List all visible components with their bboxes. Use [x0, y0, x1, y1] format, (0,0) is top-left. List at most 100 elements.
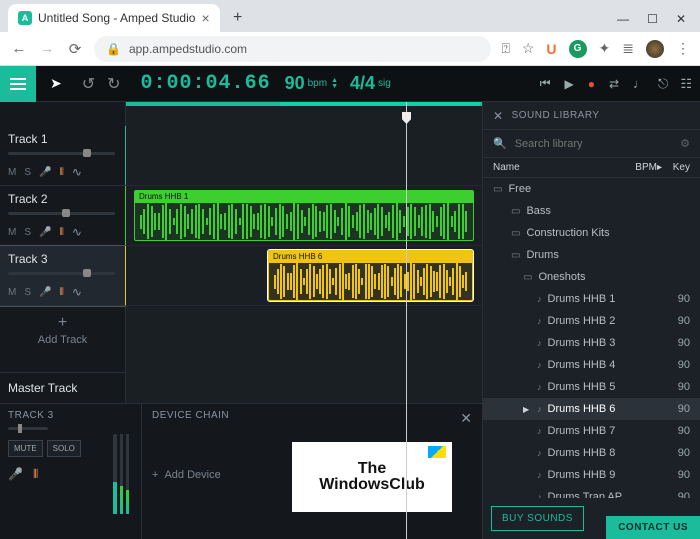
folder-drums[interactable]: ▭ Drums — [483, 244, 700, 266]
mixer-icon[interactable]: ☷ — [680, 76, 692, 92]
piano-icon[interactable]: ⦀ — [59, 227, 63, 238]
buy-sounds-button[interactable]: BUY SOUNDS — [491, 506, 584, 531]
mic-icon[interactable]: 🎤 — [39, 227, 51, 238]
automation-icon[interactable]: ∿ — [72, 165, 82, 179]
settings-icon[interactable]: ⎋ — [658, 76, 668, 92]
playhead-marker[interactable] — [402, 112, 411, 124]
folder-bass[interactable]: ▭ Bass — [483, 200, 700, 222]
channel-faders[interactable] — [113, 434, 133, 514]
library-tree[interactable]: ▭ Free ▭ Bass ▭ Construction Kits ▭ Drum… — [483, 178, 700, 498]
mic-icon[interactable]: 🎤 — [8, 467, 23, 482]
filter-icon[interactable]: ⚙ — [680, 137, 690, 150]
reading-list-icon[interactable]: ≣ — [622, 40, 634, 57]
pan-slider[interactable] — [8, 427, 48, 430]
pointer-tool-icon[interactable]: ➤ — [50, 75, 62, 92]
address-bar: ← → ⟳ 🔒 app.ampedstudio.com ⍰ ☆ U G ✦ ≣ … — [0, 32, 700, 66]
sound-item[interactable]: ▶♪Drums HHB 690 — [483, 398, 700, 420]
col-bpm[interactable]: BPM▸ — [630, 162, 662, 173]
tempo-value[interactable]: 90 — [285, 73, 305, 94]
piano-icon[interactable]: ⦀ — [33, 467, 38, 482]
mute-button[interactable]: M — [8, 167, 16, 178]
volume-slider[interactable] — [8, 152, 115, 155]
track-header-1[interactable]: Track 1 M S 🎤 ⦀ ∿ — [0, 126, 125, 186]
mute-button[interactable]: MUTE — [8, 440, 43, 457]
tempo-stepper[interactable]: ▲▼ — [331, 78, 338, 90]
track-header-3[interactable]: Track 3 M S 🎤 ⦀ ∿ — [0, 246, 125, 306]
volume-slider[interactable] — [8, 212, 115, 215]
volume-slider[interactable] — [8, 272, 115, 275]
mute-button[interactable]: M — [8, 287, 16, 298]
audio-clip-1[interactable]: Drums HHB 1 — [134, 190, 474, 241]
add-track-button[interactable]: + Add Track — [0, 306, 125, 354]
solo-button[interactable]: S — [24, 167, 31, 178]
play-icon[interactable]: ▶ — [523, 405, 531, 414]
sound-bpm: 90 — [658, 381, 690, 393]
share-icon[interactable]: ⍰ — [501, 40, 509, 57]
undo-button[interactable]: ↺ — [82, 74, 95, 94]
mute-button[interactable]: M — [8, 227, 16, 238]
extension-u-icon[interactable]: U — [546, 41, 556, 57]
automation-icon[interactable]: ∿ — [72, 225, 82, 239]
solo-button[interactable]: S — [24, 287, 31, 298]
maximize-icon[interactable]: ☐ — [647, 12, 658, 26]
sound-item[interactable]: ♪Drums HHB 990 — [483, 464, 700, 486]
forward-button[interactable]: → — [38, 40, 56, 57]
tab-favicon: A — [18, 11, 32, 25]
back-button[interactable]: ← — [10, 40, 28, 57]
sound-item[interactable]: ♪Drums HHB 790 — [483, 420, 700, 442]
lane-1[interactable] — [126, 126, 482, 186]
browser-tab[interactable]: A Untitled Song - Amped Studio × — [8, 4, 220, 32]
extensions-icon[interactable]: ✦ — [599, 40, 611, 57]
main-menu-button[interactable] — [0, 66, 36, 102]
solo-button[interactable]: S — [24, 227, 31, 238]
timecode-display[interactable]: 0:00:04.66 — [141, 72, 271, 95]
reload-button[interactable]: ⟳ — [66, 40, 84, 58]
url-field[interactable]: 🔒 app.ampedstudio.com — [94, 36, 491, 62]
record-button[interactable]: ● — [588, 77, 595, 91]
col-name[interactable]: Name — [493, 162, 630, 173]
sound-item[interactable]: ♪Drums HHB 890 — [483, 442, 700, 464]
tab-close-icon[interactable]: × — [201, 10, 209, 26]
timesig-value[interactable]: 4/4 — [350, 73, 375, 94]
solo-button[interactable]: SOLO — [47, 440, 81, 457]
automation-icon[interactable]: ∿ — [72, 285, 82, 299]
folder-construction-kits[interactable]: ▭ Construction Kits — [483, 222, 700, 244]
play-button[interactable]: ▶ — [565, 77, 574, 91]
extension-g-icon[interactable]: G — [569, 40, 587, 58]
close-panel-icon[interactable]: ✕ — [460, 410, 472, 427]
sound-item[interactable]: ♪Drums HHB 190 — [483, 288, 700, 310]
profile-avatar[interactable] — [646, 40, 664, 58]
col-key[interactable]: Key — [662, 162, 690, 173]
lane-2[interactable]: Drums HHB 1 — [126, 186, 482, 246]
search-input[interactable] — [515, 138, 672, 150]
sound-item[interactable]: ♪Drums HHB 290 — [483, 310, 700, 332]
menu-icon[interactable]: ⋮ — [676, 40, 690, 57]
minimize-icon[interactable]: — — [617, 12, 629, 26]
library-header: ✕ SOUND LIBRARY — [483, 102, 700, 130]
sound-item[interactable]: ♪Drums HHB 390 — [483, 332, 700, 354]
mic-icon[interactable]: 🎤 — [39, 167, 51, 178]
new-tab-button[interactable]: + — [226, 6, 250, 30]
loop-region[interactable] — [280, 102, 480, 106]
rewind-button[interactable]: ⏮ — [540, 76, 551, 91]
close-library-icon[interactable]: ✕ — [493, 109, 504, 123]
contact-us-button[interactable]: CONTACT US — [606, 516, 700, 539]
piano-icon[interactable]: ⦀ — [59, 167, 63, 178]
metronome-icon[interactable]: ♩ — [633, 76, 646, 92]
sound-item[interactable]: ♪Drums HHB 590 — [483, 376, 700, 398]
piano-icon[interactable]: ⦀ — [59, 287, 63, 298]
star-icon[interactable]: ☆ — [522, 40, 535, 57]
folder-free[interactable]: ▭ Free — [483, 178, 700, 200]
master-track-header[interactable]: Master Track — [0, 372, 125, 402]
redo-button[interactable]: ↻ — [107, 74, 120, 94]
close-window-icon[interactable]: ✕ — [676, 12, 686, 26]
mic-icon[interactable]: 🎤 — [39, 287, 51, 298]
folder-oneshots[interactable]: ▭ Oneshots — [483, 266, 700, 288]
track-header-2[interactable]: Track 2 M S 🎤 ⦀ ∿ — [0, 186, 125, 246]
loop-button[interactable]: ⇄ — [609, 77, 619, 91]
sound-icon: ♪ — [537, 492, 542, 498]
sound-item[interactable]: ♪Drums Trap AP90 — [483, 486, 700, 498]
lane-3[interactable]: Drums HHB 6 — [126, 246, 482, 306]
audio-clip-2[interactable]: Drums HHB 6 — [268, 250, 473, 301]
sound-item[interactable]: ♪Drums HHB 490 — [483, 354, 700, 376]
